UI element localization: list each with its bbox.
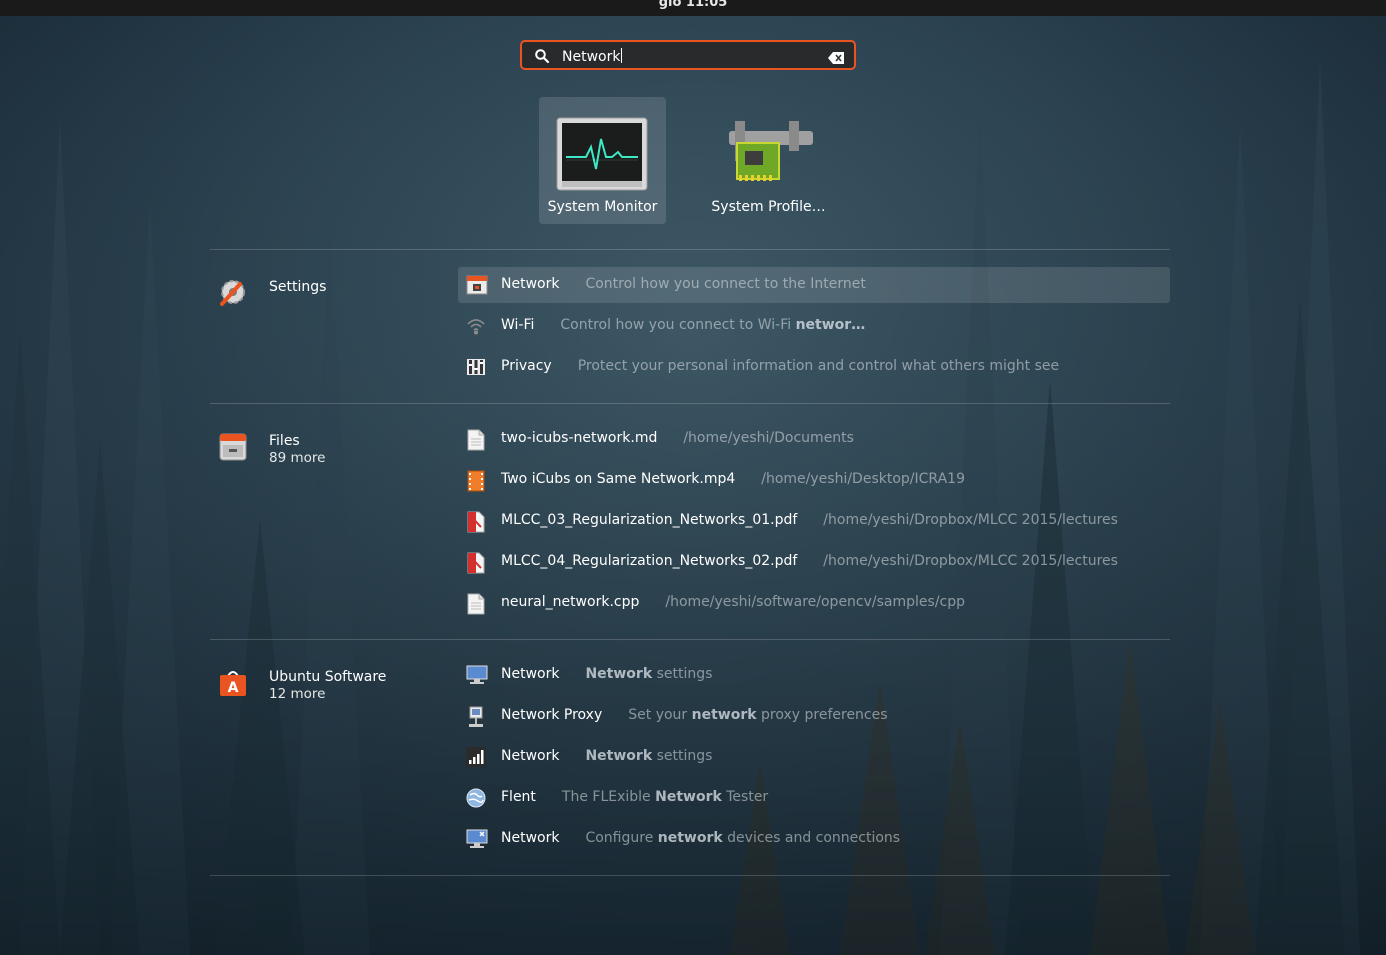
- app-label: System Monitor: [547, 199, 658, 215]
- clear-search-icon[interactable]: [828, 49, 844, 68]
- network-monitor-icon: [466, 665, 488, 685]
- top-bar: gio 11:05: [0, 0, 1386, 16]
- result-title: MLCC_03_Regularization_Networks_01.pdf: [501, 512, 798, 528]
- result-title: Wi-Fi: [501, 317, 535, 333]
- result-row[interactable]: Privacy Protect your personal information…: [458, 349, 1170, 385]
- network-signal-icon: [466, 747, 486, 767]
- result-description: /home/yeshi/software/opencv/samples/cpp: [665, 594, 966, 610]
- wifi-icon: [466, 316, 486, 336]
- result-description: /home/yeshi/Documents: [683, 430, 854, 446]
- privacy-icon: [466, 357, 486, 377]
- result-row[interactable]: MLCC_04_Regularization_Networks_02.pdf/h…: [458, 544, 1170, 580]
- result-row[interactable]: Wi-Fi Control how you connect to Wi-Fi ne…: [458, 308, 1170, 344]
- result-title: Privacy: [501, 358, 552, 374]
- result-row[interactable]: Network Control how you connect to the In…: [458, 267, 1170, 303]
- result-row[interactable]: neural_network.cpp/home/yeshi/software/o…: [458, 585, 1170, 621]
- result-row[interactable]: Network Configure network devices and con…: [458, 821, 1170, 857]
- provider-name: Ubuntu Software: [269, 669, 387, 685]
- result-row[interactable]: two-icubs-network.md/home/yeshi/Document…: [458, 421, 1170, 457]
- result-row[interactable]: Network Network settings: [458, 657, 1170, 693]
- result-title: Network: [501, 830, 560, 846]
- provider-name: Files: [269, 433, 300, 449]
- settings-icon: [218, 278, 248, 310]
- provider-name: Settings: [269, 279, 327, 295]
- provider-more-count: 12 more: [269, 686, 326, 702]
- result-title: MLCC_04_Regularization_Networks_02.pdf: [501, 553, 798, 569]
- result-description: /home/yeshi/Dropbox/MLCC 2015/lectures: [823, 553, 1118, 569]
- files-icon: [218, 432, 248, 466]
- result-row[interactable]: Network Network settings: [458, 739, 1170, 775]
- result-title: two-icubs-network.md: [501, 430, 658, 446]
- result-title: Network: [501, 276, 560, 292]
- provider-more-count: 89 more: [269, 450, 326, 466]
- svg-text:A: A: [228, 680, 239, 696]
- result-title: Network: [501, 748, 560, 764]
- text-file-icon: [466, 593, 486, 615]
- separator: [210, 639, 1170, 640]
- result-description: Protect your personal information and co…: [577, 358, 1060, 374]
- result-description: Control how you connect to the Internet: [585, 276, 866, 292]
- text-file-icon: [466, 429, 486, 451]
- flent-icon: [466, 788, 486, 808]
- result-title: Network: [501, 666, 560, 682]
- app-label: System Profile…: [711, 199, 826, 215]
- result-row[interactable]: MLCC_03_Regularization_Networks_01.pdf/h…: [458, 503, 1170, 539]
- network-config-icon: [466, 829, 488, 849]
- network-proxy-icon: [466, 706, 486, 727]
- separator: [210, 403, 1170, 404]
- result-row[interactable]: Network Proxy Set your network proxy pref…: [458, 698, 1170, 734]
- result-description: /home/yeshi/Desktop/ICRA19: [761, 471, 965, 487]
- search-entry[interactable]: Network: [520, 40, 856, 70]
- separator: [210, 249, 1170, 250]
- search-text[interactable]: Network: [562, 48, 623, 65]
- result-description: Set your network proxy preferences: [628, 707, 888, 723]
- separator: [210, 875, 1170, 876]
- pdf-file-icon: [466, 511, 486, 533]
- ubuntu-software-icon: A: [218, 668, 248, 702]
- result-description: Network settings: [585, 666, 713, 682]
- result-description: The FLExible Network Tester: [561, 789, 769, 805]
- app-system-monitor[interactable]: System Monitor: [539, 97, 666, 224]
- result-description: Network settings: [585, 748, 713, 764]
- app-system-profiler[interactable]: System Profile…: [705, 97, 832, 224]
- network-settings-icon: [466, 275, 488, 295]
- search-icon: [534, 48, 550, 68]
- video-file-icon: [466, 470, 486, 492]
- result-title: Network Proxy: [501, 707, 603, 723]
- result-description: /home/yeshi/Dropbox/MLCC 2015/lectures: [823, 512, 1118, 528]
- result-title: neural_network.cpp: [501, 594, 640, 610]
- result-title: Two iCubs on Same Network.mp4: [501, 471, 736, 487]
- system-monitor-icon: [556, 117, 648, 195]
- pdf-file-icon: [466, 552, 486, 574]
- result-description: Configure network devices and connection…: [585, 830, 901, 846]
- result-description: Control how you connect to Wi-Fi networ…: [560, 317, 866, 333]
- result-row[interactable]: Two iCubs on Same Network.mp4/home/yeshi…: [458, 462, 1170, 498]
- result-title: Flent: [501, 789, 536, 805]
- system-profiler-icon: [729, 117, 813, 187]
- result-row[interactable]: Flent The FLExible Network Tester: [458, 780, 1170, 816]
- clock[interactable]: gio 11:05: [0, 0, 1386, 10]
